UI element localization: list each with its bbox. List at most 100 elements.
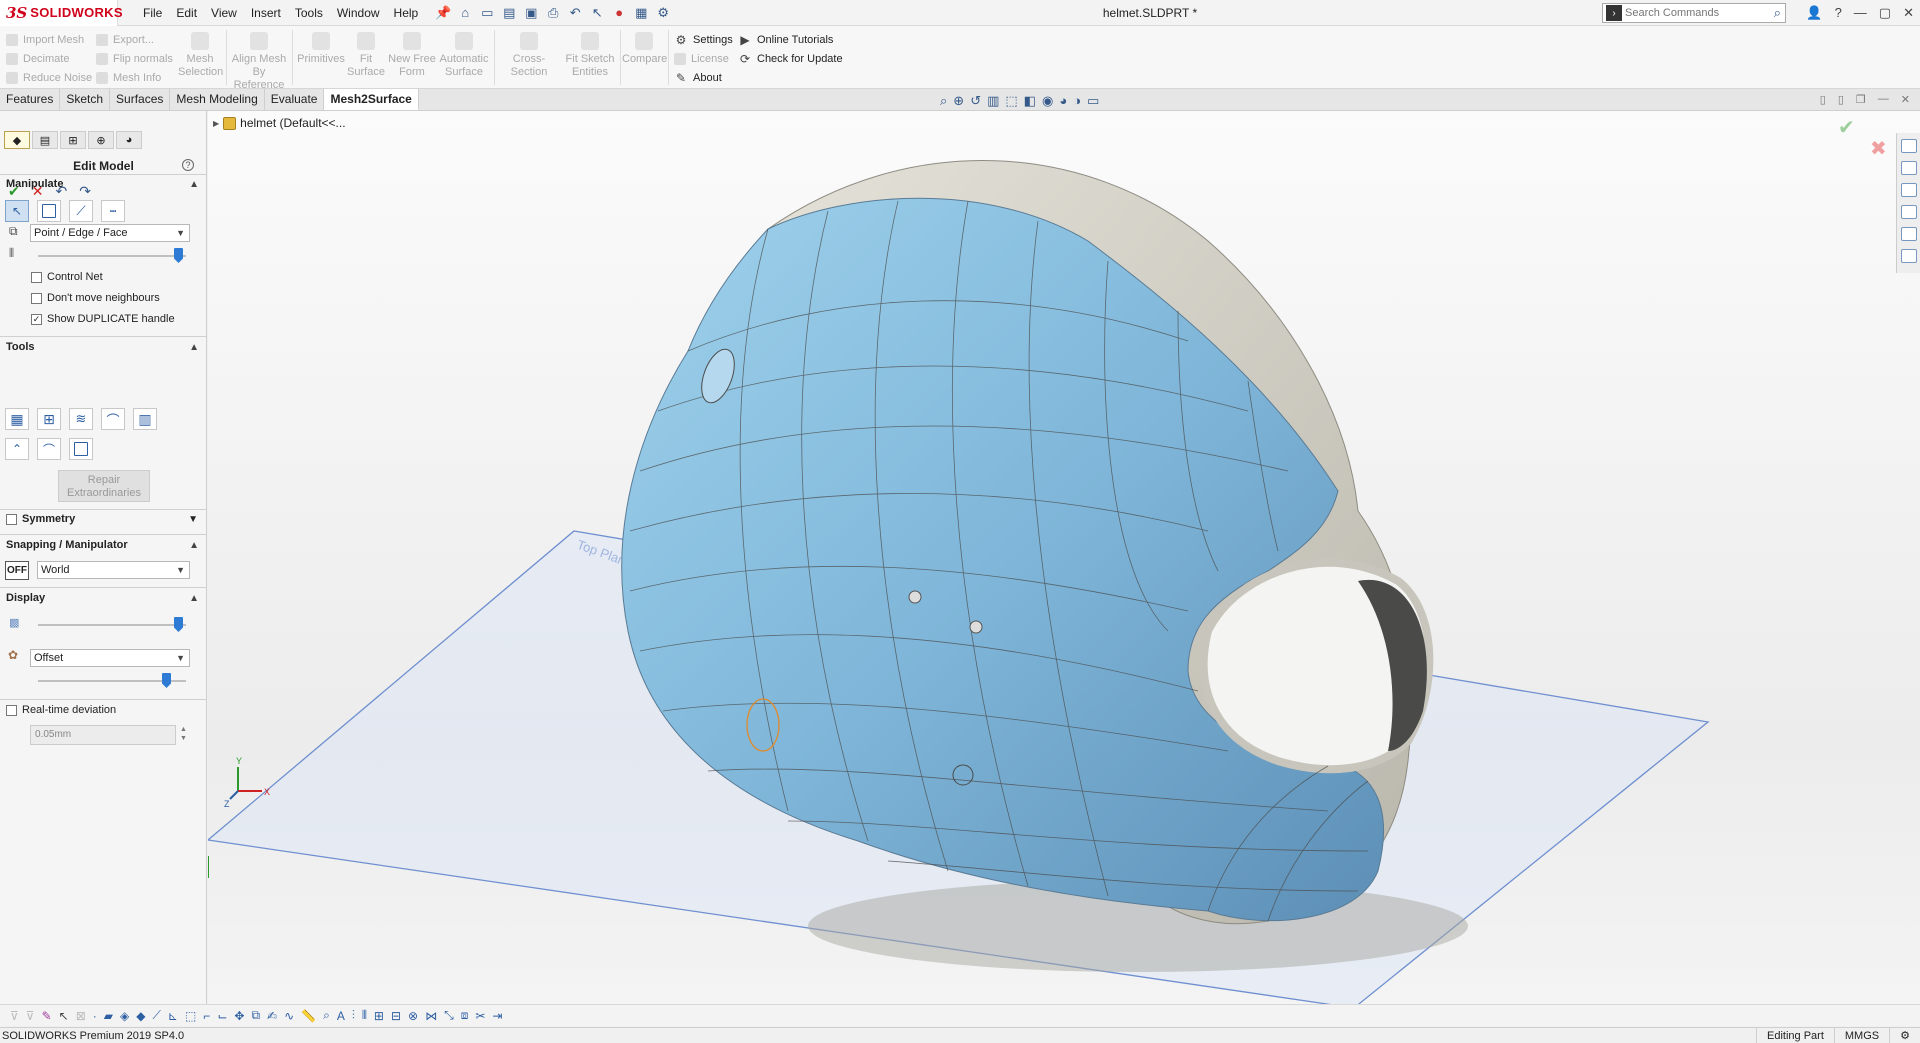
dont-move-neighbours-checkbox[interactable]: Don't move neighbours	[31, 292, 160, 304]
filter-edges-icon[interactable]: ✎	[42, 1009, 52, 1023]
ruler-icon[interactable]: 📏	[301, 1009, 316, 1023]
align-mesh-button[interactable]: Align Mesh By Reference	[230, 30, 288, 92]
collapse-caret-icon[interactable]: ▲	[189, 179, 199, 190]
tab-mesh2surface[interactable]: Mesh2Surface	[324, 89, 419, 110]
new-free-form-button[interactable]: New Free Form	[388, 30, 436, 79]
loop-tool-button[interactable]: ┅	[101, 200, 125, 222]
view-orientation-icon[interactable]: ⬚	[1005, 93, 1017, 109]
filter-vertices-icon[interactable]: ⊽	[26, 1009, 35, 1023]
line-icon[interactable]: ⟋	[152, 1008, 160, 1023]
edge-tool-button[interactable]: ⟋	[69, 200, 93, 222]
offset-surface-icon[interactable]: ⤡	[444, 1008, 454, 1023]
menu-window[interactable]: Window	[330, 0, 387, 26]
mesh-info-button[interactable]: Mesh Info	[96, 68, 173, 87]
license-button[interactable]: License	[674, 49, 733, 68]
export-button[interactable]: Export...	[96, 30, 173, 49]
mirror-icon[interactable]: ⧉	[251, 1008, 260, 1023]
view-settings-icon[interactable]: ▭	[1087, 93, 1099, 109]
knit-icon[interactable]: ⧈	[461, 1008, 469, 1023]
section-icon[interactable]: ⊗	[408, 1009, 418, 1023]
move-icon[interactable]: ✥	[234, 1009, 244, 1023]
confirm-cancel-icon[interactable]: ✖	[1870, 136, 1887, 161]
checkbox-box[interactable]	[6, 704, 17, 716]
tab-display-manager[interactable]: ◕	[116, 131, 142, 149]
extend-icon[interactable]: ⇥	[492, 1009, 502, 1023]
confirm-ok-icon[interactable]: ✔	[1838, 115, 1855, 140]
online-tutorials-button[interactable]: ▶ Online Tutorials	[738, 30, 843, 49]
select-tool-button[interactable]: ↖	[5, 200, 29, 222]
search-input[interactable]	[1625, 7, 1755, 19]
rebuild-icon[interactable]: ●	[611, 5, 627, 21]
open-folder-icon[interactable]: ▤	[501, 5, 517, 21]
slider-thumb[interactable]	[174, 617, 183, 632]
point-icon[interactable]: ·	[93, 1009, 97, 1023]
file-explorer-icon[interactable]	[1900, 183, 1917, 197]
fit-sketch-entities-button[interactable]: Fit Sketch Entities	[564, 30, 616, 79]
pin-icon[interactable]: 📌	[435, 5, 451, 21]
offset-slider[interactable]	[38, 673, 186, 688]
tile-horizontal-icon[interactable]: ▯	[1820, 93, 1826, 106]
tab-feature-manager[interactable]: ◆	[4, 131, 30, 149]
control-net-checkbox[interactable]: Control Net	[31, 271, 103, 283]
tab-property-manager[interactable]: ▤	[32, 131, 58, 149]
solidworks-resources-icon[interactable]	[1900, 139, 1917, 153]
sharpen-tool-button[interactable]: ⌃	[5, 438, 29, 460]
part-name[interactable]: helmet (Default<<...	[240, 116, 345, 130]
slider-thumb[interactable]	[174, 248, 183, 263]
file-properties-icon[interactable]: ▦	[633, 5, 649, 21]
selection-mode-dropdown[interactable]: Point / Edge / Face ▼	[30, 224, 190, 242]
close-button[interactable]: ✕	[1903, 0, 1914, 26]
search-commands[interactable]: › ⌕	[1602, 3, 1786, 23]
checkbox-box[interactable]	[31, 292, 42, 304]
print-icon[interactable]: ⎙	[545, 5, 561, 21]
sketch-icon[interactable]: ✍	[267, 1009, 277, 1023]
menu-tools[interactable]: Tools	[288, 0, 330, 26]
menu-insert[interactable]: Insert	[244, 0, 288, 26]
custom-properties-icon[interactable]	[1900, 249, 1917, 263]
intersect-icon[interactable]: ⋈	[425, 1009, 437, 1023]
surface-icon[interactable]: ◈	[120, 1009, 129, 1023]
chamfer-icon[interactable]: ⌙	[217, 1009, 227, 1023]
options-gear-icon[interactable]: ⚙	[655, 5, 671, 21]
primitives-button[interactable]: Primitives	[296, 30, 346, 66]
menu-help[interactable]: Help	[387, 0, 426, 26]
zoom-area-icon[interactable]: ⊕	[953, 93, 964, 109]
section-view-icon[interactable]: ▥	[987, 93, 999, 109]
help-icon[interactable]: ?	[182, 159, 194, 171]
dimension-icon[interactable]: ⊾	[168, 1009, 178, 1023]
subdivide-tool-button[interactable]: ▦	[5, 408, 29, 430]
display-heading[interactable]: Display ▲	[0, 589, 207, 607]
new-document-icon[interactable]: ▭	[479, 5, 495, 21]
hide-show-icon[interactable]: ◉	[1042, 93, 1053, 109]
status-settings-icon[interactable]: ⚙	[1889, 1028, 1920, 1043]
cross-section-button[interactable]: Cross-Section	[496, 30, 562, 79]
collapse-caret-icon[interactable]: ▲	[189, 342, 199, 353]
realtime-deviation-checkbox[interactable]: Real-time deviation	[6, 704, 116, 716]
select-arrow-icon[interactable]: ↖	[589, 5, 605, 21]
tools-heading[interactable]: Tools ▲	[0, 338, 207, 356]
trim-icon[interactable]: ✂	[475, 1009, 485, 1023]
symmetry-checkbox[interactable]: Symmetry	[6, 513, 75, 525]
deviation-input[interactable]: 0.05mm	[30, 725, 176, 745]
box-select-icon[interactable]: ⬚	[185, 1009, 196, 1023]
previous-view-icon[interactable]: ↺	[970, 93, 981, 109]
zoom-icon[interactable]: ⌕	[323, 1008, 330, 1023]
save-icon[interactable]: ▣	[523, 5, 539, 21]
snapping-heading[interactable]: Snapping / Manipulator ▲	[0, 536, 207, 554]
display-style-icon[interactable]: ◧	[1024, 93, 1036, 109]
settings-button[interactable]: ⚙ Settings	[674, 30, 733, 49]
round-tool-button[interactable]: ⌒	[37, 438, 61, 460]
measure-icon[interactable]: ⊞	[374, 1009, 384, 1023]
view-palette-icon[interactable]	[1900, 205, 1917, 219]
tile-vertical-icon[interactable]: ▯	[1838, 93, 1844, 106]
minimize-button[interactable]: —	[1854, 0, 1867, 26]
tab-sketch[interactable]: Sketch	[60, 89, 111, 110]
text-icon[interactable]: A	[337, 1009, 345, 1023]
deviation-spinner[interactable]: ▲ ▼	[180, 725, 187, 743]
compare-button[interactable]: Compare	[622, 30, 667, 66]
collapse-caret-icon[interactable]: ▲	[189, 540, 199, 551]
design-library-icon[interactable]	[1900, 161, 1917, 175]
menu-view[interactable]: View	[204, 0, 244, 26]
show-duplicate-handle-checkbox[interactable]: ✓ Show DUPLICATE handle	[31, 313, 175, 325]
restore-viewport-icon[interactable]: ❐	[1856, 93, 1866, 106]
